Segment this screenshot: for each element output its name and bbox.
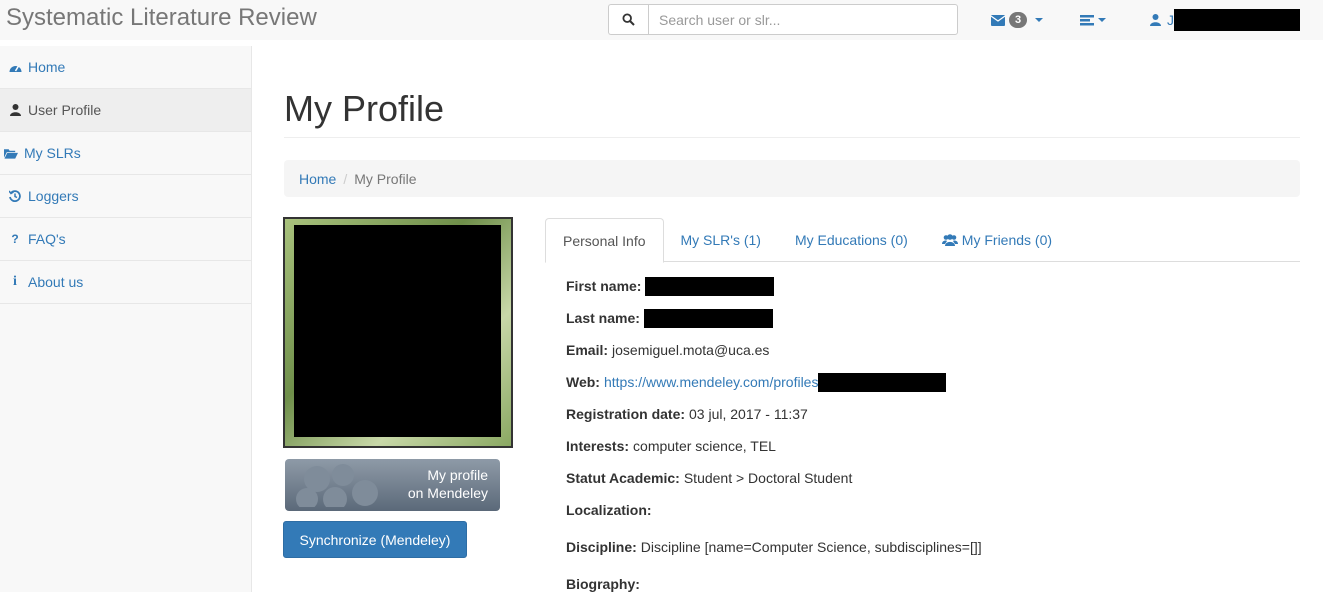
web-label: Web: [566, 374, 600, 390]
discipline-label: Discipline: [566, 539, 637, 555]
sidebar-item-my-slrs[interactable]: My SLRs [0, 132, 251, 175]
discipline-value: Discipline [name=Computer Science, subdi… [640, 539, 982, 555]
last-name-row: Last name: [566, 302, 982, 334]
tab-personal-info[interactable]: Personal Info [545, 218, 664, 263]
search-icon [622, 13, 635, 26]
sidebar-item-label: Home [28, 59, 66, 75]
search-bar [608, 4, 958, 35]
top-navbar: Systematic Literature Review 3 [0, 0, 1323, 40]
profile-tabs: Personal Info My SLR's (1) My Educations… [545, 218, 1300, 263]
folder-open-icon [4, 148, 18, 159]
redacted-photo [294, 225, 501, 437]
mendeley-button-text: My profile on Mendeley [408, 466, 488, 502]
messages-count-badge: 3 [1009, 12, 1028, 28]
sidebar-item-label: About us [28, 274, 84, 290]
web-row: Web: https://www.mendeley.com/profiles [566, 366, 982, 398]
sidebar: Home User Profile My SLRs Loggers ? FAQ'… [0, 46, 252, 592]
tab-my-friends[interactable]: My Friends (0) [925, 218, 1069, 262]
personal-info-panel: First name: Last name: Email: josemiguel… [566, 270, 982, 600]
registration-row: Registration date: 03 jul, 2017 - 11:37 [566, 398, 982, 430]
user-icon [1150, 14, 1161, 26]
tasks-icon [1080, 14, 1094, 25]
first-name-label: First name: [566, 278, 642, 294]
profile-photo [283, 217, 513, 448]
discipline-row: Discipline: Discipline [name=Computer Sc… [566, 526, 982, 568]
breadcrumb-home-link[interactable]: Home [299, 171, 336, 187]
statut-value: Student > Doctoral Student [683, 470, 853, 486]
title-divider [284, 137, 1300, 138]
sidebar-item-home[interactable]: Home [0, 46, 251, 89]
email-label: Email: [566, 342, 609, 358]
tab-my-educations[interactable]: My Educations (0) [778, 218, 925, 262]
registration-value: 03 jul, 2017 - 11:37 [689, 406, 808, 422]
tasks-dropdown[interactable] [1080, 0, 1106, 40]
email-value: josemiguel.mota@uca.es [612, 342, 770, 358]
mendeley-line-2: on Mendeley [407, 485, 488, 501]
sidebar-item-label: FAQ's [28, 231, 66, 247]
users-icon [941, 234, 958, 246]
breadcrumb-separator: / [343, 170, 348, 187]
redacted-last-name [643, 308, 773, 328]
mendeley-logo-icon [296, 464, 378, 507]
history-icon [8, 190, 22, 202]
last-name-label: Last name: [566, 310, 640, 326]
localization-row: Localization: [566, 494, 982, 526]
registration-label: Registration date: [566, 406, 686, 422]
sidebar-item-loggers[interactable]: Loggers [0, 175, 251, 218]
statut-row: Statut Academic: Student > Doctoral Stud… [566, 462, 982, 494]
sidebar-item-about-us[interactable]: i About us [0, 261, 251, 304]
info-icon: i [13, 274, 17, 289]
breadcrumb-current: My Profile [354, 170, 417, 187]
search-button[interactable] [608, 4, 648, 35]
synchronize-mendeley-button[interactable]: Synchronize (Mendeley) [283, 521, 467, 558]
sidebar-item-label: Loggers [28, 188, 79, 204]
interests-value: computer science, TEL [633, 438, 776, 454]
messages-dropdown[interactable]: 3 [991, 0, 1044, 40]
app-title[interactable]: Systematic Literature Review [6, 4, 317, 32]
tab-my-slrs[interactable]: My SLR's (1) [664, 218, 778, 262]
question-icon: ? [11, 232, 19, 246]
redacted-first-name [645, 276, 775, 296]
sidebar-item-label: My SLRs [24, 145, 81, 161]
mendeley-line-1: My profile [427, 467, 488, 483]
first-name-row: First name: [566, 270, 982, 302]
breadcrumb: Home / My Profile [284, 160, 1300, 197]
interests-row: Interests: computer science, TEL [566, 430, 982, 462]
statut-label: Statut Academic: [566, 470, 680, 486]
chevron-down-icon [1035, 18, 1044, 22]
sidebar-item-label: User Profile [28, 102, 102, 118]
user-icon [8, 104, 22, 116]
web-link[interactable]: https://www.mendeley.com/profiles [604, 374, 819, 390]
redacted-username [1174, 9, 1300, 31]
email-row: Email: josemiguel.mota@uca.es [566, 334, 982, 366]
localization-label: Localization: [566, 502, 652, 518]
sidebar-item-faqs[interactable]: ? FAQ's [0, 218, 251, 261]
biography-row: Biography: [566, 568, 982, 600]
dashboard-icon [8, 62, 22, 73]
biography-label: Biography: [566, 576, 640, 592]
user-name-initial: J [1167, 12, 1174, 28]
search-input[interactable] [648, 4, 958, 35]
chevron-down-icon [1098, 18, 1106, 22]
page-title: My Profile [284, 88, 445, 129]
sidebar-item-user-profile[interactable]: User Profile [0, 89, 251, 132]
interests-label: Interests: [566, 438, 630, 454]
tab-label: My Friends (0) [961, 232, 1053, 248]
mendeley-profile-button[interactable]: My profile on Mendeley [285, 459, 500, 511]
redacted-web-path [818, 372, 947, 392]
envelope-icon [991, 14, 1005, 26]
user-dropdown[interactable]: J [1150, 0, 1300, 40]
